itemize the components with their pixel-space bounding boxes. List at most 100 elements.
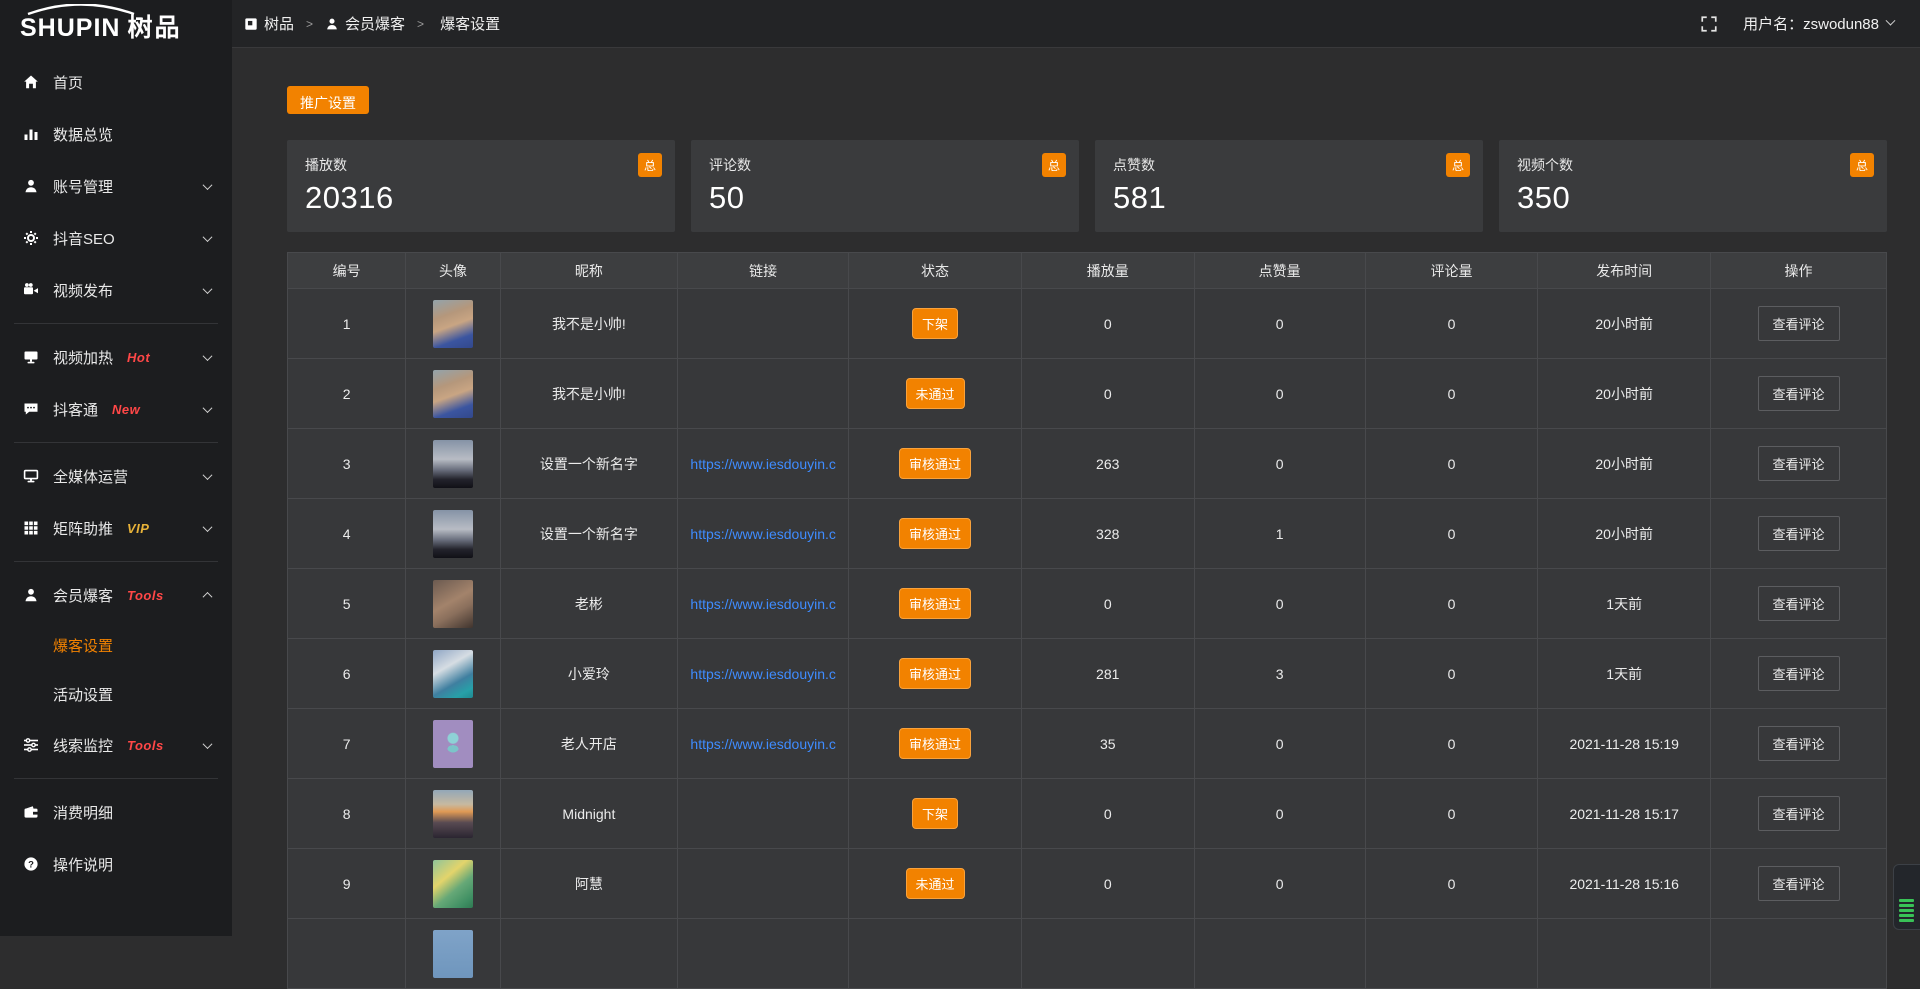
time-value: 2021-11-28 15:17 <box>1569 806 1679 822</box>
profile-link[interactable]: https://www.iesdouyin.c <box>678 456 848 472</box>
cell: 审核通过 <box>849 639 1022 709</box>
cell: 20小时前 <box>1538 359 1711 429</box>
sidebar-item-label: 账号管理 <box>53 176 113 197</box>
row-id: 7 <box>343 736 351 752</box>
view-comments-button[interactable]: 查看评论 <box>1758 726 1840 761</box>
user-menu[interactable]: 用户名：zswodun88 <box>1743 13 1894 34</box>
view-comments-button[interactable]: 查看评论 <box>1758 306 1840 341</box>
cell <box>406 639 500 709</box>
table-body: 1我不是小帅!下架00020小时前查看评论2我不是小帅!未通过00020小时前查… <box>288 289 1887 989</box>
status-badge[interactable]: 审核通过 <box>899 518 971 549</box>
sidebar-item-douketong[interactable]: 抖客通New <box>0 383 232 435</box>
promotion-settings-button[interactable]: 推广设置 <box>287 86 369 114</box>
status-badge[interactable]: 审核通过 <box>899 658 971 689</box>
status-badge[interactable]: 下架 <box>912 798 958 829</box>
sidebar-item-operation-guide[interactable]: ?操作说明 <box>0 838 232 890</box>
table-row: 6小爱玲https://www.iesdouyin.c审核通过281301天前查… <box>288 639 1887 709</box>
logo[interactable]: SHUPIN树品 <box>0 0 232 46</box>
cell: 我不是小帅! <box>500 359 677 429</box>
cell: 0 <box>1021 849 1194 919</box>
view-comments-button[interactable]: 查看评论 <box>1758 446 1840 481</box>
cell: 35 <box>1021 709 1194 779</box>
status-badge[interactable]: 审核通过 <box>899 448 971 479</box>
chat-icon <box>22 401 39 418</box>
sidebar-item-video-publish[interactable]: 视频发布 <box>0 264 232 316</box>
user-icon <box>325 17 339 31</box>
table-row: 7老人开店https://www.iesdouyin.c审核通过35002021… <box>288 709 1887 779</box>
view-comments-button[interactable]: 查看评论 <box>1758 656 1840 691</box>
profile-link[interactable]: https://www.iesdouyin.c <box>678 736 848 752</box>
chevron-down-icon <box>203 470 213 480</box>
sidebar-item-video-heating[interactable]: 视频加热Hot <box>0 331 232 383</box>
page-title: 爆客设置 <box>440 13 500 34</box>
avatar <box>433 510 473 558</box>
cell: 0 <box>1021 779 1194 849</box>
status-badge[interactable]: 下架 <box>912 308 958 339</box>
view-comments-button[interactable]: 查看评论 <box>1758 796 1840 831</box>
view-comments-button[interactable]: 查看评论 <box>1758 516 1840 551</box>
sliders-icon <box>22 737 39 754</box>
status-badge[interactable]: 未通过 <box>906 868 965 899</box>
cell: 设置一个新名字 <box>500 429 677 499</box>
status-badge[interactable]: 审核通过 <box>899 588 971 619</box>
column-header: 播放量 <box>1021 253 1194 289</box>
plays-total-card: 播放数 20316 总 <box>287 140 675 232</box>
sidebar-item-douyin-seo[interactable]: 抖音SEO <box>0 212 232 264</box>
sidebar-item-label: 全媒体运营 <box>53 466 128 487</box>
avatar <box>433 720 473 768</box>
cell: 0 <box>1194 289 1365 359</box>
sidebar-item-clue-monitor[interactable]: 线索监控Tools <box>0 719 232 771</box>
signal-bar <box>1899 899 1914 902</box>
sidebar-item-account-management[interactable]: 账号管理 <box>0 160 232 212</box>
sidebar-item-activity-settings[interactable]: 活动设置 <box>0 670 232 719</box>
cell: 328 <box>1021 499 1194 569</box>
sidebar-item-home[interactable]: 首页 <box>0 56 232 108</box>
cell: 0 <box>1021 569 1194 639</box>
nickname: 我不是小帅! <box>552 386 626 402</box>
likes-value: 0 <box>1276 596 1284 612</box>
breadcrumb-home[interactable]: 树品 <box>244 13 294 34</box>
sidebar-item-omni-media[interactable]: 全媒体运营 <box>0 450 232 502</box>
status-badge[interactable]: 未通过 <box>906 378 965 409</box>
sidebar-item-baoke-settings[interactable]: 爆客设置 <box>0 621 232 670</box>
profile-link[interactable]: https://www.iesdouyin.c <box>678 666 848 682</box>
sidebar-item-member-baoke[interactable]: 会员爆客Tools <box>0 569 232 621</box>
time-value: 20小时前 <box>1595 526 1653 542</box>
breadcrumb-section[interactable]: 会员爆客 <box>325 13 405 34</box>
fullscreen-button[interactable] <box>1699 14 1719 34</box>
sidebar-item-label: 矩阵助推 <box>53 518 113 539</box>
status-badge[interactable]: 审核通过 <box>899 728 971 759</box>
videos-total-card: 视频个数 350 总 <box>1499 140 1887 232</box>
sidebar-subitem-label: 爆客设置 <box>53 635 113 656</box>
sidebar-item-data-overview[interactable]: 数据总览 <box>0 108 232 160</box>
cell: 3 <box>288 429 406 499</box>
cell: 阿慧 <box>500 849 677 919</box>
floating-service-widget[interactable] <box>1893 864 1920 930</box>
view-comments-button[interactable]: 查看评论 <box>1758 866 1840 901</box>
row-id: 5 <box>343 596 351 612</box>
column-header: 评论量 <box>1365 253 1538 289</box>
cell: 0 <box>1194 779 1365 849</box>
column-header: 昵称 <box>500 253 677 289</box>
view-comments-button[interactable]: 查看评论 <box>1758 376 1840 411</box>
view-comments-button[interactable]: 查看评论 <box>1758 586 1840 621</box>
fullscreen-icon <box>1700 15 1718 33</box>
profile-link[interactable]: https://www.iesdouyin.c <box>678 526 848 542</box>
divider <box>14 442 218 443</box>
plays-value: 0 <box>1104 806 1112 822</box>
likes-value: 3 <box>1276 666 1284 682</box>
profile-link[interactable]: https://www.iesdouyin.c <box>678 596 848 612</box>
sidebar: SHUPIN树品 首页数据总览账号管理抖音SEO视频发布视频加热Hot抖客通Ne… <box>0 0 232 936</box>
sidebar-item-consume-detail[interactable]: 消费明细 <box>0 786 232 838</box>
sidebar-item-matrix-boost[interactable]: 矩阵助推VIP <box>0 502 232 554</box>
cell: 20小时前 <box>1538 429 1711 499</box>
stat-value: 350 <box>1517 180 1869 216</box>
cell: 1天前 <box>1538 569 1711 639</box>
cell: 1天前 <box>1538 639 1711 709</box>
cell: 2021-11-28 15:17 <box>1538 779 1711 849</box>
cell: 下架 <box>849 289 1022 359</box>
cell: 查看评论 <box>1711 289 1887 359</box>
divider <box>14 778 218 779</box>
breadcrumb-separator: > <box>417 17 424 31</box>
plays-value: 328 <box>1096 526 1119 542</box>
